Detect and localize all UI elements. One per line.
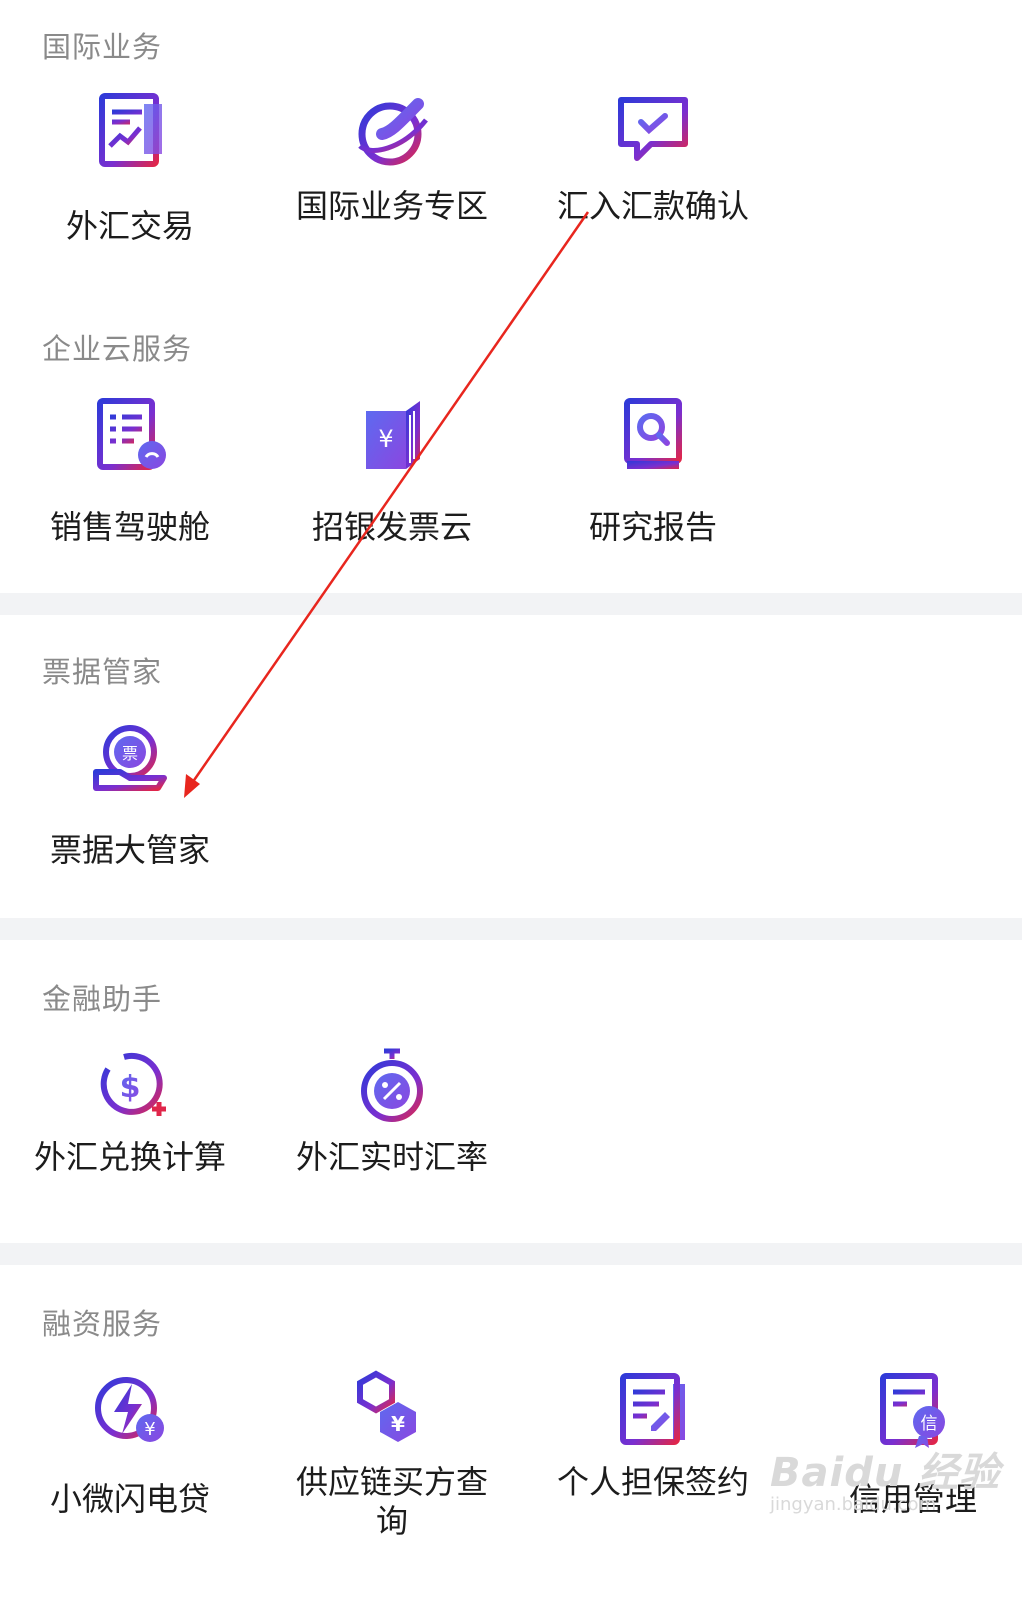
service-label: 招银发票云 <box>311 508 472 546</box>
section-financing: 融资服务 ¥ 小微闪电贷 ¥ 供应链买方查询 个人担保签约 信 信用管理 <box>0 1265 1022 1600</box>
section-title: 企业云服务 <box>42 332 193 366</box>
svg-text:信: 信 <box>921 1414 938 1434</box>
globe-plane-icon <box>352 90 432 170</box>
invoice-book-icon: ¥ <box>352 395 432 475</box>
service-label: 票据大管家 <box>49 831 210 869</box>
svg-text:¥: ¥ <box>144 1419 155 1440</box>
service-label: 供应链买方查询 <box>295 1463 488 1540</box>
svg-text:$: $ <box>120 1070 141 1105</box>
section-title: 金融助手 <box>42 982 163 1016</box>
credit-document-icon: 信 <box>873 1370 953 1450</box>
section-divider <box>0 1243 1022 1265</box>
baidu-watermark: Baidu 经验 jingyan.baidu.com <box>770 1440 1000 1515</box>
service-label: 国际业务专区 <box>295 187 488 225</box>
dashboard-report-icon <box>90 395 170 475</box>
chart-document-icon <box>90 90 170 170</box>
service-label: 研究报告 <box>588 508 717 546</box>
svg-text:¥: ¥ <box>391 1412 405 1436</box>
section-finance-assistant: 金融助手 $ 外汇兑换计算 外汇实时汇率 <box>0 940 1022 1243</box>
lightning-yuan-icon: ¥ <box>90 1370 170 1450</box>
percent-stopwatch-icon <box>352 1045 432 1125</box>
section-title: 国际业务 <box>42 30 163 64</box>
service-label: 小微闪电贷 <box>49 1480 210 1518</box>
section-bill-manager: 票据管家 票 票据大管家 <box>0 615 1022 918</box>
hexagon-yuan-icon: ¥ <box>352 1370 432 1450</box>
bill-hand-icon: 票 <box>90 718 170 798</box>
search-book-icon <box>613 395 693 475</box>
svg-text:票: 票 <box>122 744 138 763</box>
watermark-logo: Baidu 经验 <box>770 1450 1001 1496</box>
currency-timer-icon: $ <box>90 1045 170 1125</box>
service-label: 汇入汇款确认 <box>556 187 749 225</box>
service-label: 外汇实时汇率 <box>295 1138 488 1176</box>
service-label: 个人担保签约 <box>556 1463 749 1501</box>
section-title: 融资服务 <box>42 1307 163 1341</box>
svg-text:¥: ¥ <box>378 425 393 453</box>
service-label: 外汇交易 <box>65 207 194 245</box>
section-divider <box>0 593 1022 615</box>
section-international: 国际业务 外汇交易 国际业务专区 汇入汇款确认 企业云服务 销售驾驶舱 ¥ 招银… <box>0 0 1022 590</box>
chat-check-icon <box>613 90 693 170</box>
service-label: 外汇兑换计算 <box>33 1138 226 1176</box>
service-label: 销售驾驶舱 <box>49 508 210 546</box>
section-title: 票据管家 <box>42 655 163 689</box>
section-divider <box>0 918 1022 940</box>
sign-document-icon <box>613 1370 693 1450</box>
